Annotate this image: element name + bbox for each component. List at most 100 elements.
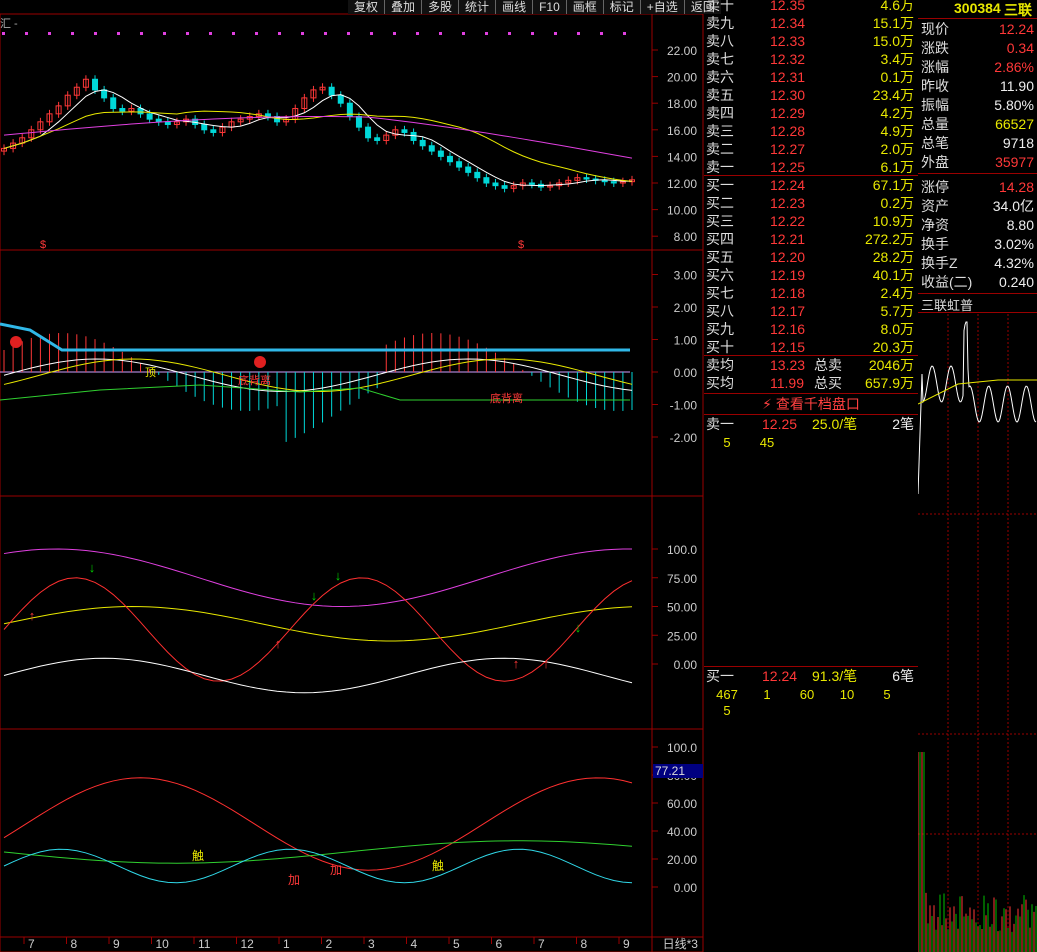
down-arrow: ↓ (89, 560, 96, 575)
sell-level-row[interactable]: 卖六 12.31 0.1万 (704, 68, 918, 86)
level-volume: 0.2万 (881, 194, 914, 212)
level-volume: 40.1万 (873, 266, 914, 284)
add-watchlist-button[interactable]: +自选 (640, 0, 684, 14)
quote-row: 净资 8.80 (918, 216, 1037, 234)
quote-label: 外盘 (921, 153, 949, 171)
candle-body (402, 130, 407, 133)
date-label: 1 (283, 937, 290, 951)
sell-level-row[interactable]: 卖十 12.35 4.6万 (704, 0, 918, 14)
quote-value: 8.80 (1007, 216, 1034, 234)
date-label: 6 (496, 937, 503, 951)
kdj-d-line (4, 607, 632, 641)
touch-label: 触 (432, 859, 444, 873)
buy-level-row[interactable]: 买六 12.19 40.1万 (704, 266, 918, 284)
total-value: 657.9万 (865, 374, 914, 392)
candle-body (366, 127, 371, 138)
sell-avg-row: 卖均 13.23 总卖 2046万 (704, 356, 918, 374)
buy-level-row[interactable]: 买二 12.23 0.2万 (704, 194, 918, 212)
sell-level-row[interactable]: 卖七 12.32 3.4万 (704, 50, 918, 68)
candle-body (475, 172, 480, 177)
queue-order: 467 (710, 687, 744, 702)
level-price: 12.17 (770, 302, 805, 320)
candle-body (156, 119, 161, 122)
sell-level-row[interactable]: 卖四 12.29 4.2万 (704, 104, 918, 122)
date-label: 9 (113, 937, 120, 951)
quote-label: 现价 (921, 20, 949, 38)
dif-line (4, 359, 632, 391)
draw-box-button[interactable]: 画框 (566, 0, 603, 14)
buy-level-row[interactable]: 买九 12.16 8.0万 (704, 320, 918, 338)
level-price: 12.16 (770, 320, 805, 338)
rsi-tick-label: 100.0 (667, 741, 697, 755)
quote-value: 4.32% (994, 254, 1034, 272)
rsi-current-label: 77.21 (655, 764, 685, 778)
top-marker (600, 32, 603, 35)
level-price: 12.22 (770, 212, 805, 230)
macd-tick-label: 3.00 (674, 269, 698, 283)
down-arrow: ↓ (335, 568, 342, 583)
sell-level-row[interactable]: 卖九 12.34 15.1万 (704, 14, 918, 32)
sell-level-row[interactable]: 卖二 12.27 2.0万 (704, 140, 918, 158)
level-price: 12.19 (770, 266, 805, 284)
quote-label: 换手 (921, 235, 949, 253)
buy-level-row[interactable]: 买八 12.17 5.7万 (704, 302, 918, 320)
date-label: 3 (368, 937, 375, 951)
buy-level-row[interactable]: 买十 12.15 20.3万 (704, 338, 918, 356)
queue-field: 买一 (706, 667, 734, 685)
sell-level-row[interactable]: 卖一 12.25 6.1万 (704, 158, 918, 176)
quote-value: 0.240 (999, 273, 1034, 291)
top-marker (623, 32, 626, 35)
price-tick-label: 20.00 (667, 71, 697, 85)
kdj-tick-label: 0.00 (674, 658, 698, 672)
buy1-queue: 买一 12.24 91.3/笔 6笔 (704, 667, 918, 685)
top-marker (370, 32, 373, 35)
queue-field: 12.24 (762, 667, 797, 685)
queue-order: 5 (870, 687, 904, 702)
total-label: 总卖 (814, 356, 842, 374)
price-tick-label: 18.00 (667, 97, 697, 111)
candle-body (165, 122, 170, 125)
statistics-button[interactable]: 统计 (458, 0, 495, 14)
date-label: 5 (453, 937, 460, 951)
buy-level-row[interactable]: 买三 12.22 10.9万 (704, 212, 918, 230)
macd-tick-label: -2.00 (670, 431, 698, 445)
intraday-mini-chart[interactable] (918, 314, 1037, 952)
quote-row: 涨幅 2.86% (918, 58, 1037, 76)
f10-button[interactable]: F10 (532, 0, 566, 14)
candle-body (529, 183, 534, 184)
kdj-j-line (4, 578, 632, 681)
buy-level-row[interactable]: 买四 12.21 272.2万 (704, 230, 918, 248)
draw-line-button[interactable]: 画线 (495, 0, 532, 14)
mini-price-line (918, 322, 1036, 494)
top-marker (140, 32, 143, 35)
sell-level-row[interactable]: 卖五 12.30 23.4万 (704, 86, 918, 104)
candle-body (420, 140, 425, 145)
level-volume: 6.1万 (881, 158, 914, 176)
multi-stock-button[interactable]: 多股 (421, 0, 458, 14)
depth-view-button[interactable]: ⚡ 查看千档盘口 (704, 393, 918, 415)
macd-base-line (0, 385, 630, 400)
ma5-line (4, 90, 632, 186)
overlay-button[interactable]: 叠加 (384, 0, 421, 14)
candle-body (502, 186, 507, 189)
level-price: 12.29 (770, 104, 805, 122)
buy-level-row[interactable]: 买一 12.24 67.1万 (704, 176, 918, 194)
dea-line (4, 359, 632, 391)
mark-button[interactable]: 标记 (603, 0, 640, 14)
buy-avg-row: 买均 11.99 总买 657.9万 (704, 374, 918, 392)
date-label: 8 (581, 937, 588, 951)
sell-level-row[interactable]: 卖八 12.33 15.0万 (704, 32, 918, 50)
level-volume: 272.2万 (865, 230, 914, 248)
price-tick-label: 10.00 (667, 204, 697, 218)
level-volume: 10.9万 (873, 212, 914, 230)
top-marker (531, 32, 534, 35)
buy-level-row[interactable]: 买五 12.20 28.2万 (704, 248, 918, 266)
buy-level-row[interactable]: 买七 12.18 2.4万 (704, 284, 918, 302)
kdj-tick-label: 25.00 (667, 629, 697, 643)
sell-level-row[interactable]: 卖三 12.28 4.9万 (704, 122, 918, 140)
add-label: 加 (288, 873, 300, 887)
top-marker (485, 32, 488, 35)
ding-label: 顶 (145, 366, 156, 379)
level-label: 卖四 (706, 104, 734, 122)
restore-rights-button[interactable]: 复权 (348, 0, 384, 14)
